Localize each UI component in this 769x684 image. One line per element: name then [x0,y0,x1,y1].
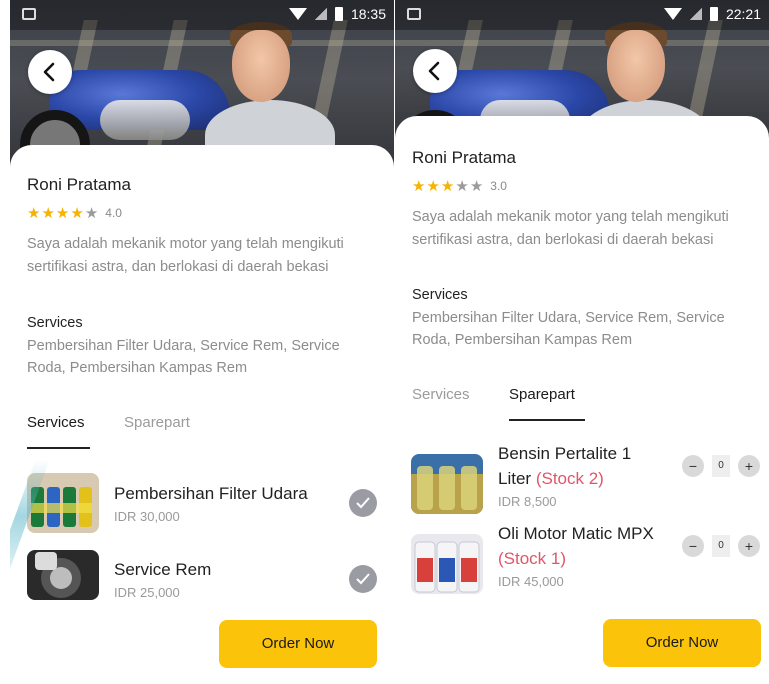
battery-icon [709,7,718,21]
service-title: Pembersihan Filter Udara [114,484,308,503]
sparepart-price: IDR 8,500 [498,494,557,509]
back-button[interactable] [413,49,457,93]
tab-services[interactable]: Services [27,414,85,431]
service-image [27,550,99,600]
stock-label: (Stock 1) [498,549,567,568]
sparepart-title-line1: Oli Motor Matic MPX [498,524,654,543]
service-title: Service Rem [114,560,212,579]
mechanic-name: Roni Pratama [27,175,131,194]
services-heading: Services [412,287,468,303]
star-icon: ★ [41,205,55,222]
quantity-value: 0 [712,455,730,477]
signal-icon [314,8,327,20]
status-time: 18:35 [350,6,386,22]
rating-value: 4.0 [105,206,122,220]
quantity-decrease-button[interactable]: − [682,455,704,477]
mechanic-description: Saya adalah mekanik motor yang telah men… [27,236,344,275]
gallery-notification-icon [407,8,421,20]
rating: ★ ★ ★ ★ ★ 4.0 [27,204,122,222]
sparepart-image [411,454,483,514]
star-empty-icon: ★ [469,178,484,195]
order-now-button[interactable]: Order Now [219,620,377,668]
chevron-left-icon [43,62,55,82]
back-button[interactable] [28,50,72,94]
mechanic-name: Roni Pratama [412,148,516,167]
status-time: 22:21 [725,6,761,22]
quantity-value: 0 [712,535,730,557]
tab-services[interactable]: Services [412,386,470,403]
sparepart-title-line1: Bensin Pertalite 1 [498,444,632,463]
service-price: IDR 30,000 [114,509,180,524]
services-list: Pembersihan Filter Udara, Service Rem, S… [412,310,725,348]
star-icon: ★ [412,178,426,195]
quantity-decrease-button[interactable]: − [682,535,704,557]
status-bar: 22:21 [395,0,769,30]
active-tab-indicator [509,419,585,421]
stock-label: (Stock 2) [535,469,604,488]
tab-sparepart[interactable]: Sparepart [124,414,190,431]
star-icon: ★ [27,205,41,222]
screen-services: 18:35 Roni Pratama ★ ★ ★ ★ ★ 4.0 Saya ad… [10,0,394,684]
battery-icon [334,7,343,21]
check-icon[interactable] [349,565,377,593]
sparepart-title: Bensin Pertalite 1 Liter (Stock 2) [498,441,631,491]
chevron-left-icon [428,61,440,81]
star-empty-icon: ★ [84,205,99,222]
quantity-increase-button[interactable]: + [738,535,760,557]
signal-icon [689,8,702,20]
active-tab-indicator [27,447,90,449]
sparepart-price: IDR 45,000 [498,574,564,589]
rating: ★ ★ ★ ★ ★ 3.0 [412,177,507,195]
services-list: Pembersihan Filter Udara, Service Rem, S… [27,338,340,376]
star-empty-icon: ★ [455,178,469,195]
detail-sheet: Roni Pratama ★ ★ ★ ★ ★ 3.0 Saya adalah m… [395,116,769,684]
gallery-notification-icon [22,8,36,20]
quantity-increase-button[interactable]: + [738,455,760,477]
wifi-icon [663,8,682,20]
sparepart-title-line2: Liter [498,469,532,488]
star-icon: ★ [70,205,84,222]
rating-value: 3.0 [490,179,507,193]
star-icon: ★ [55,205,70,222]
status-bar: 18:35 [10,0,394,30]
wifi-icon [288,8,307,20]
tab-sparepart[interactable]: Sparepart [509,386,575,403]
sparepart-image [411,534,483,594]
service-price: IDR 25,000 [114,585,180,600]
mechanic-description: Saya adalah mekanik motor yang telah men… [412,209,729,248]
services-heading: Services [27,315,83,331]
star-icon: ★ [426,178,440,195]
sparepart-title: Oli Motor Matic MPX (Stock 1) [498,521,654,571]
detail-sheet: Roni Pratama ★ ★ ★ ★ ★ 4.0 Saya adalah m… [10,145,394,684]
star-icon: ★ [440,178,455,195]
check-icon[interactable] [349,489,377,517]
screen-sparepart: 22:21 Roni Pratama ★ ★ ★ ★ ★ 3.0 Saya ad… [395,0,769,684]
order-now-button[interactable]: Order Now [603,619,761,667]
